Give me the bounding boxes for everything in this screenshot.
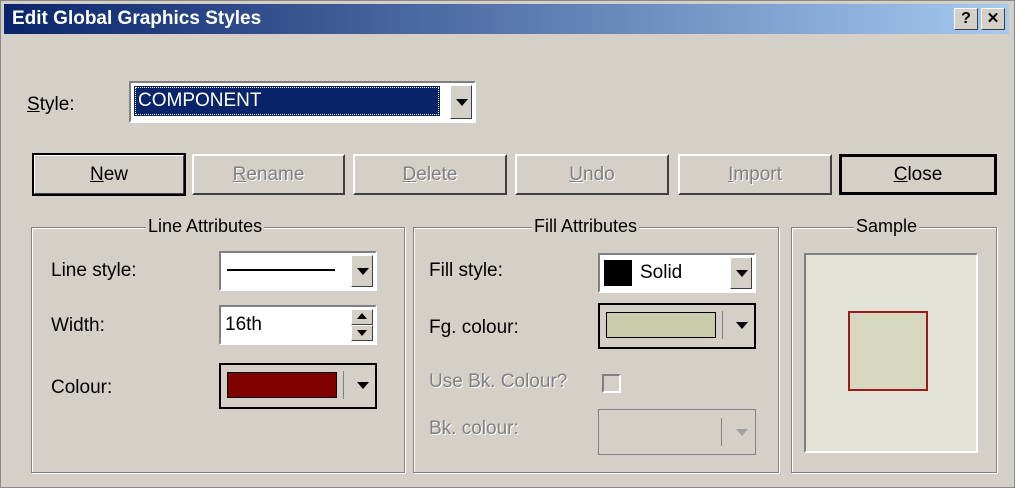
fill-style-swatch [604,260,632,286]
style-dropdown-arrow-icon[interactable] [450,85,472,119]
fill-attributes-title: Fill Attributes [532,216,640,237]
fg-colour-swatch [606,312,716,338]
line-colour-dropdown-arrow-icon[interactable] [357,382,369,389]
use-bk-colour-label: Use Bk. Colour? [429,371,568,392]
sample-shape [848,311,928,391]
line-colour-select[interactable] [219,363,377,409]
line-style-select[interactable] [219,251,377,291]
fill-style-value: Solid [640,262,683,283]
style-label: Style: [27,94,75,115]
close-button[interactable]: Close [839,154,997,195]
width-value: 16th [225,314,262,335]
fill-style-dropdown-arrow-icon[interactable] [730,257,752,289]
line-style-label: Line style: [51,260,137,281]
fill-style-label: Fill style: [429,260,503,281]
fg-colour-separator [722,311,723,339]
bk-colour-separator [721,418,722,446]
style-select[interactable]: COMPONENT [129,81,476,123]
fg-colour-label: Fg. colour: [429,317,519,338]
line-colour-swatch [227,372,337,398]
style-value: COMPONENT [138,90,262,111]
use-bk-colour-checkbox[interactable] [602,374,621,393]
edit-global-graphics-styles-dialog: Edit Global Graphics Styles ? ✕ Style: C… [0,0,1015,488]
colour-separator [343,371,344,399]
import-button[interactable]: Import [678,154,832,195]
close-window-button[interactable]: ✕ [981,8,1005,30]
rename-button[interactable]: Rename [192,154,345,195]
sample-preview [804,253,978,453]
fg-colour-dropdown-arrow-icon[interactable] [736,322,748,329]
bk-colour-select[interactable] [598,409,756,455]
fg-colour-select[interactable] [598,303,756,349]
colour-label: Colour: [51,377,113,398]
line-style-preview [227,269,335,271]
style-selected-highlight: COMPONENT [134,86,440,116]
width-spinner[interactable]: 16th [219,305,377,345]
sample-title: Sample [854,216,920,237]
window-title: Edit Global Graphics Styles [12,8,262,29]
fill-style-select[interactable]: Solid [598,253,756,293]
delete-button[interactable]: Delete [353,154,507,195]
undo-button[interactable]: Undo [515,154,669,195]
width-down-arrow-icon[interactable] [351,325,373,341]
help-button[interactable]: ? [954,8,978,30]
width-up-arrow-icon[interactable] [351,309,373,325]
line-style-dropdown-arrow-icon[interactable] [351,255,373,287]
width-label: Width: [51,315,105,336]
line-attributes-title: Line Attributes [146,216,265,237]
bk-colour-dropdown-arrow-icon[interactable] [736,429,748,436]
new-button[interactable]: New [32,153,186,196]
title-bar[interactable]: Edit Global Graphics Styles ? ✕ [4,4,1009,34]
bk-colour-label: Bk. colour: [429,418,519,439]
